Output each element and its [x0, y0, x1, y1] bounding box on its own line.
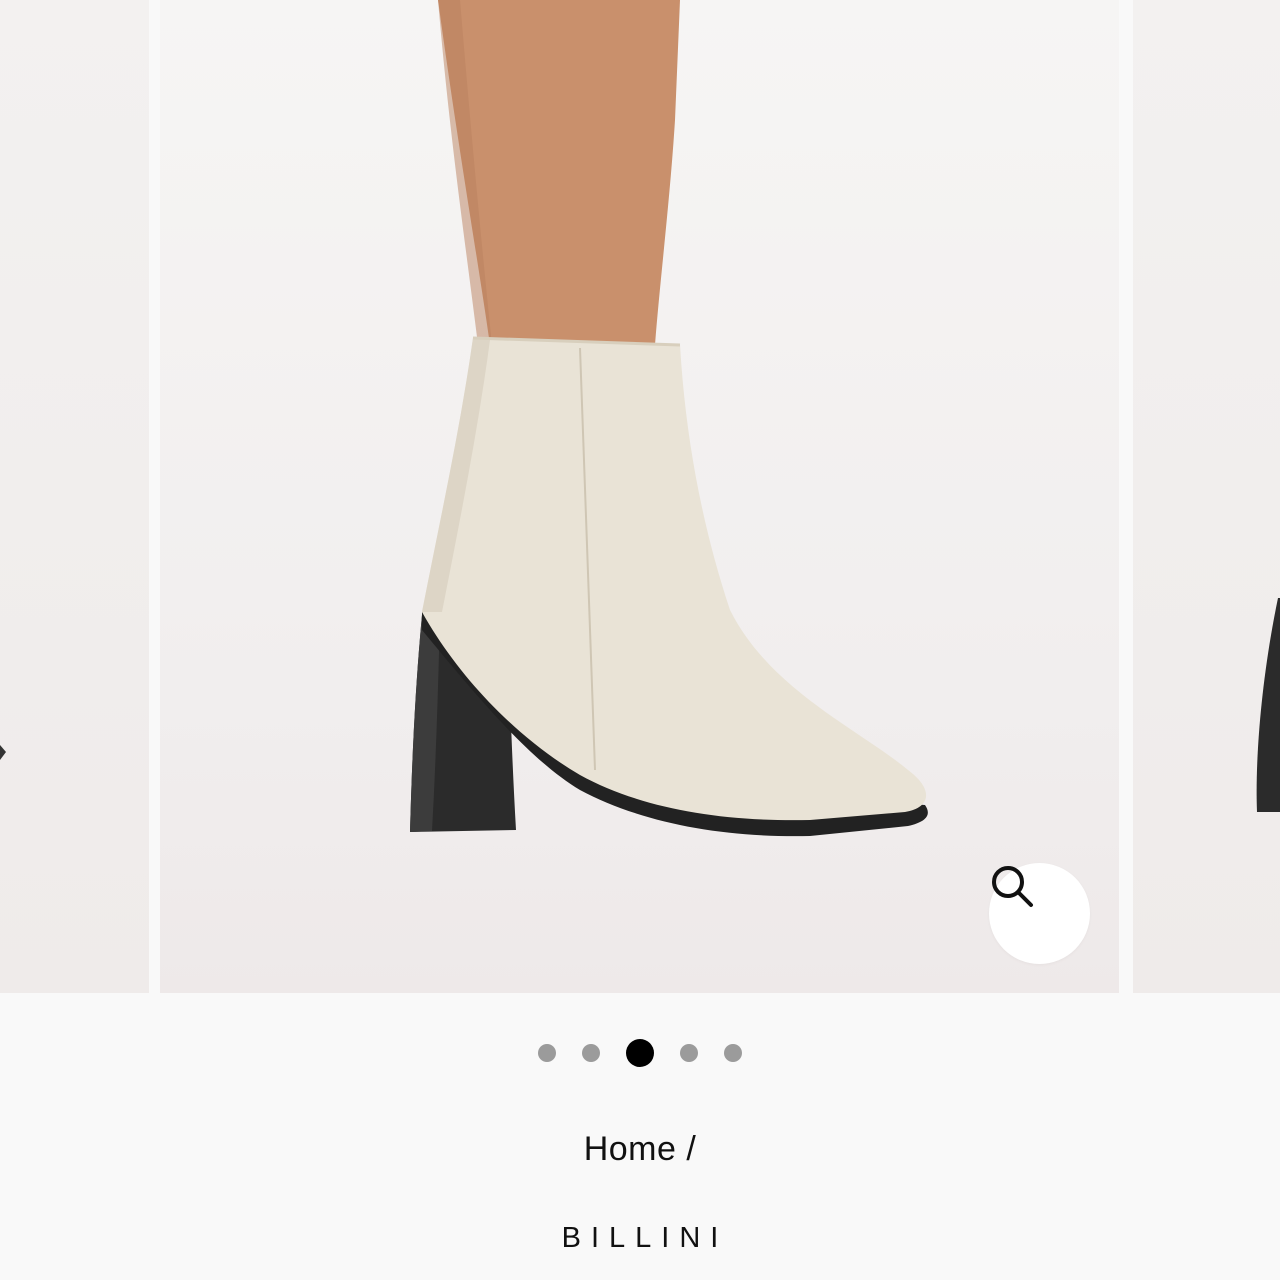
product-brand[interactable]: BILLINI — [0, 1222, 1280, 1255]
carousel-dot-1[interactable] — [538, 1044, 556, 1062]
gallery-slide-previous[interactable] — [0, 0, 149, 993]
carousel-dot-2[interactable] — [582, 1044, 600, 1062]
search-icon — [992, 866, 1033, 907]
gallery-slide-next[interactable] — [1133, 0, 1280, 993]
carousel-dot-5[interactable] — [724, 1044, 742, 1062]
next-product-image — [1256, 598, 1280, 812]
product-image-gallery[interactable] — [0, 0, 1280, 993]
breadcrumb-home-link[interactable]: Home — [584, 1130, 677, 1168]
previous-product-image — [0, 745, 6, 760]
product-image-ankle-boot — [410, 0, 928, 837]
carousel-dot-4[interactable] — [680, 1044, 698, 1062]
carousel-dot-3-active[interactable] — [626, 1039, 654, 1067]
gallery-slide-current[interactable] — [160, 0, 1119, 993]
zoom-button[interactable] — [989, 863, 1090, 964]
breadcrumb: Home / — [0, 1130, 1280, 1169]
breadcrumb-separator: / — [686, 1130, 697, 1168]
carousel-pagination — [0, 1038, 1280, 1068]
